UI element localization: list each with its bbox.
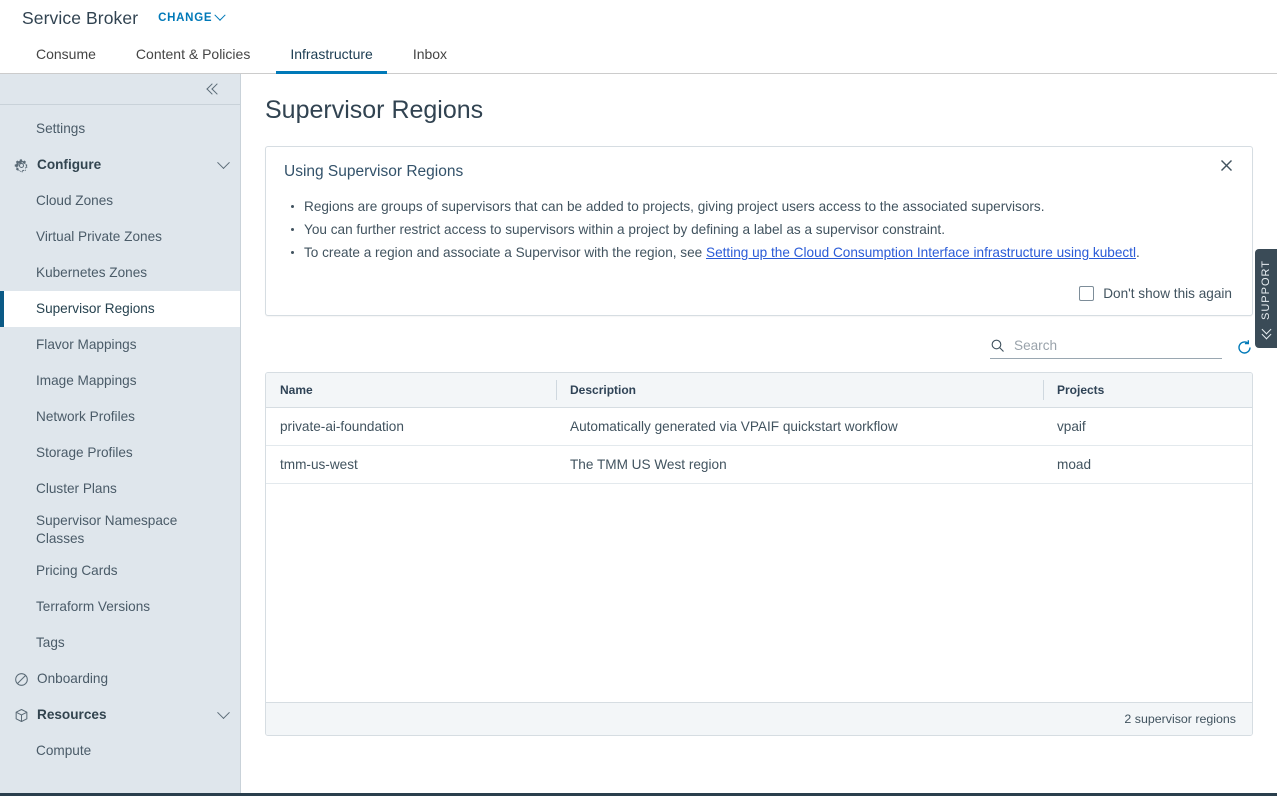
sidebar-item-supervisor-regions[interactable]: Supervisor Regions (0, 291, 240, 327)
info-banner-title: Using Supervisor Regions (284, 163, 464, 180)
sidebar-item-virtual-private-zones[interactable]: Virtual Private Zones (0, 219, 240, 255)
sidebar-item-settings[interactable]: Settings (0, 111, 240, 147)
tab-consume[interactable]: Consume (22, 37, 110, 74)
app-title: Service Broker (22, 7, 139, 28)
sidebar-group-configure[interactable]: Configure (0, 147, 240, 183)
cell-name: private-ai-foundation (266, 407, 556, 446)
sidebar-item-label: Cluster Plans (36, 481, 117, 496)
chevron-down-icon (217, 705, 230, 719)
sidebar-item-label: Image Mappings (36, 373, 137, 388)
sidebar-item-label: Resources (37, 707, 107, 722)
search-row (265, 335, 1253, 359)
table-footer-count: 2 supervisor regions (266, 702, 1252, 735)
sidebar-item-label: Kubernetes Zones (36, 265, 148, 280)
column-header-name[interactable]: Name (266, 373, 556, 408)
search-box[interactable] (990, 335, 1222, 359)
cell-projects: vpaif (1043, 407, 1252, 446)
info-banner-footer: Don't show this again (284, 286, 1232, 301)
sidebar-item-label: Supervisor Namespace Classes (36, 513, 178, 546)
table-empty-space (266, 484, 1252, 702)
support-tab-inner: SUPPORT (1260, 260, 1272, 338)
sidebar-item-cloud-zones[interactable]: Cloud Zones (0, 183, 240, 219)
info-banner-bullets: Regions are groups of supervisors that c… (284, 195, 1232, 264)
sidebar-item-label: Compute (36, 743, 92, 758)
cell-projects: moad (1043, 445, 1252, 484)
search-input[interactable] (1012, 337, 1222, 354)
sidebar-item-label: Onboarding (37, 671, 109, 686)
table-header-row: Name Description Projects (266, 373, 1252, 408)
sidebar-item-label: Flavor Mappings (36, 337, 137, 352)
column-header-description[interactable]: Description (556, 373, 1043, 408)
sidebar-nav: Settings Configure Cloud Zones Virtual P… (0, 105, 240, 793)
support-tab[interactable]: SUPPORT (1255, 249, 1277, 348)
info-bullet: Regions are groups of supervisors that c… (291, 195, 1232, 218)
search-icon (991, 339, 1004, 352)
sidebar-header (0, 74, 240, 105)
app-window: Service Broker CHANGE Consume Content & … (0, 0, 1277, 796)
sidebar: Settings Configure Cloud Zones Virtual P… (0, 74, 241, 793)
chevron-left-double-icon (1262, 324, 1271, 337)
main-tabs: Consume Content & Policies Infrastructur… (0, 36, 1277, 74)
close-icon[interactable] (1220, 159, 1238, 177)
sidebar-item-label: Cloud Zones (36, 193, 114, 208)
page-title: Supervisor Regions (265, 96, 484, 124)
main-content: Supervisor Regions Using Supervisor Regi… (241, 74, 1277, 793)
table-row[interactable]: private-ai-foundation Automatically gene… (266, 407, 1252, 446)
cell-name: tmm-us-west (266, 445, 556, 484)
support-label: SUPPORT (1260, 259, 1273, 320)
sidebar-item-supervisor-namespace-classes[interactable]: Supervisor Namespace Classes (0, 507, 240, 553)
tab-content-policies[interactable]: Content & Policies (122, 37, 264, 74)
sidebar-item-kubernetes-zones[interactable]: Kubernetes Zones (0, 255, 240, 291)
cell-description: Automatically generated via VPAIF quicks… (556, 407, 1043, 446)
chevron-down-icon (214, 9, 226, 21)
sidebar-item-network-profiles[interactable]: Network Profiles (0, 399, 240, 435)
sidebar-item-label: Pricing Cards (36, 563, 118, 578)
cube-icon (15, 708, 28, 722)
info-bullet: You can further restrict access to super… (291, 218, 1232, 241)
cell-description: The TMM US West region (556, 445, 1043, 484)
gear-icon (14, 158, 28, 172)
table-header-table: Name Description Projects private-ai-fou… (266, 373, 1252, 484)
sidebar-item-label: Storage Profiles (36, 445, 133, 460)
sidebar-item-tags[interactable]: Tags (0, 625, 240, 661)
chevron-down-icon (217, 155, 230, 169)
info-bullet-suffix: . (1135, 245, 1140, 260)
sidebar-item-onboarding[interactable]: Onboarding (0, 661, 240, 697)
info-bullet: To create a region and associate a Super… (291, 241, 1232, 264)
sidebar-item-terraform-versions[interactable]: Terraform Versions (0, 589, 240, 625)
sidebar-item-label: Terraform Versions (36, 599, 151, 614)
info-bullet-text: To create a region and associate a Super… (304, 245, 707, 260)
change-tenant-button[interactable]: CHANGE (158, 9, 226, 24)
sidebar-item-label: Network Profiles (36, 409, 135, 424)
tab-infrastructure[interactable]: Infrastructure (276, 37, 387, 74)
dont-show-again-label[interactable]: Don't show this again (1103, 286, 1232, 301)
sidebar-group-resources[interactable]: Resources (0, 697, 240, 733)
top-header: Service Broker CHANGE (0, 0, 1277, 36)
column-header-projects[interactable]: Projects (1043, 373, 1252, 408)
info-banner: Using Supervisor Regions Regions are gro… (265, 146, 1253, 316)
blocked-circle-icon (15, 672, 28, 686)
tab-inbox[interactable]: Inbox (399, 37, 461, 74)
supervisor-regions-table: Name Description Projects private-ai-fou… (265, 372, 1253, 736)
refresh-icon[interactable] (1236, 339, 1253, 356)
change-label: CHANGE (158, 12, 213, 24)
collapse-sidebar-icon[interactable] (208, 82, 224, 96)
sidebar-item-label: Supervisor Regions (36, 301, 155, 316)
kubectl-docs-link[interactable]: Setting up the Cloud Consumption Interfa… (706, 245, 1136, 260)
dont-show-again-checkbox[interactable] (1079, 286, 1095, 301)
sidebar-item-flavor-mappings[interactable]: Flavor Mappings (0, 327, 240, 363)
table-row[interactable]: tmm-us-west The TMM US West region moad (266, 445, 1252, 484)
sidebar-item-label: Tags (36, 635, 65, 650)
sidebar-item-storage-profiles[interactable]: Storage Profiles (0, 435, 240, 471)
sidebar-item-image-mappings[interactable]: Image Mappings (0, 363, 240, 399)
sidebar-item-label: Configure (37, 157, 102, 172)
sidebar-item-label: Settings (36, 121, 86, 136)
sidebar-item-label: Virtual Private Zones (36, 229, 162, 244)
sidebar-item-cluster-plans[interactable]: Cluster Plans (0, 471, 240, 507)
sidebar-item-compute[interactable]: Compute (0, 733, 240, 769)
sidebar-item-pricing-cards[interactable]: Pricing Cards (0, 553, 240, 589)
body-split: Settings Configure Cloud Zones Virtual P… (0, 74, 1277, 793)
